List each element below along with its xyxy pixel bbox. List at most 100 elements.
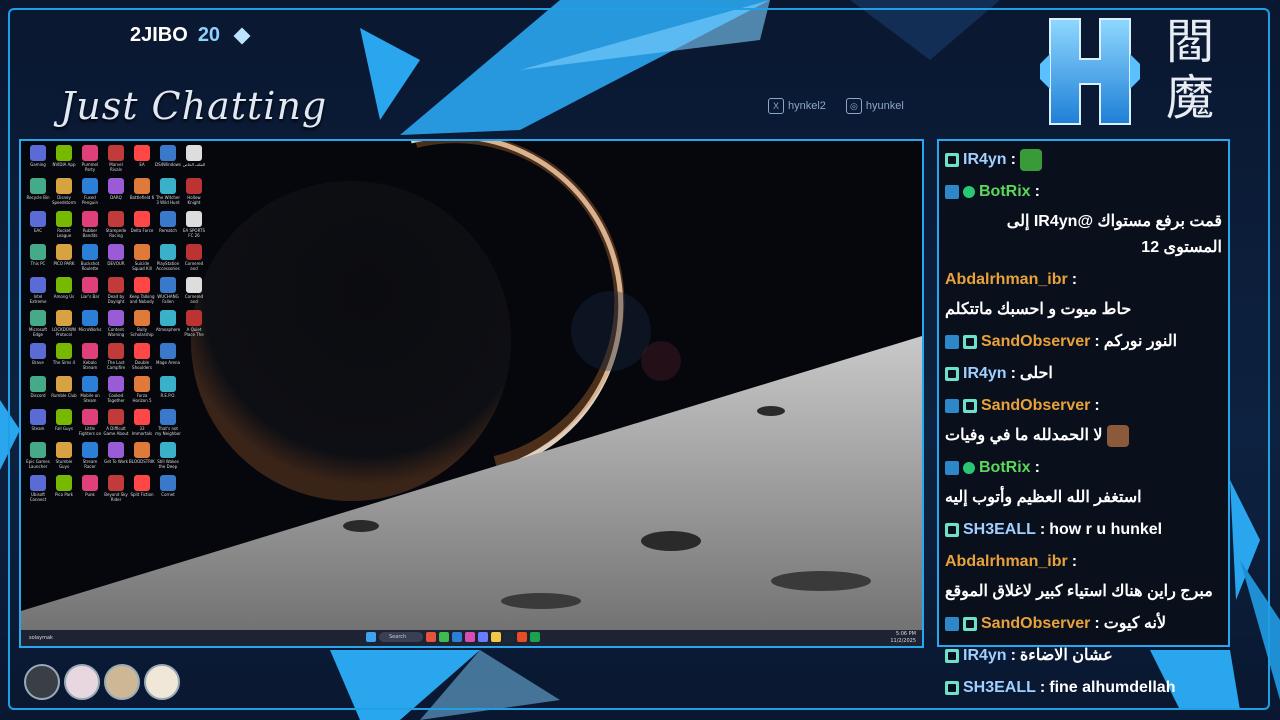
desktop-icon[interactable]: BLOODSTRIKE (129, 440, 155, 473)
chat-username[interactable]: BotRix (979, 179, 1031, 205)
desktop-icon[interactable]: Brave (25, 341, 51, 374)
desktop-icon[interactable]: EAC (25, 209, 51, 242)
chat-text: مبرج راين هناك استياء كبير لاغلاق الموقع (945, 583, 1213, 600)
desktop-icon[interactable]: Steam (25, 407, 51, 440)
desktop-icon[interactable]: A Difficult Game About (103, 407, 129, 440)
desktop-icon[interactable]: PICO PARK (51, 242, 77, 275)
desktop-icon[interactable]: Rematch (155, 209, 181, 242)
chat-username[interactable]: SandObserver (981, 611, 1090, 637)
chat-username[interactable]: IR4yn (963, 147, 1007, 173)
desktop-icon[interactable]: Double Shoulders (129, 341, 155, 374)
folder-icon[interactable] (491, 632, 501, 642)
chat-username[interactable]: Abdalrhman_ibr (945, 549, 1068, 575)
desktop-icon[interactable]: Get To Work (103, 440, 129, 473)
xbox-icon[interactable] (530, 632, 540, 642)
desktop-icon[interactable]: Split Fiction (129, 473, 155, 506)
chat-username[interactable]: SH3EALL (963, 517, 1036, 543)
desktop-icon[interactable]: Liar's Bar (77, 275, 103, 308)
desktop-icon[interactable]: Disney Speedstorm (51, 176, 77, 209)
desktop-icon[interactable]: The Sims 4 (51, 341, 77, 374)
desktop-icon[interactable]: Delta Force (129, 209, 155, 242)
desktop-icon[interactable]: Cornet (155, 473, 181, 506)
chat-username[interactable]: SandObserver (981, 393, 1090, 419)
desktop-icon[interactable]: Microsoft Edge (25, 308, 51, 341)
brave-icon[interactable] (517, 632, 527, 642)
desktop-icon[interactable]: PlayStation Accessories (155, 242, 181, 275)
app-icon[interactable] (439, 632, 449, 642)
desktop-icon[interactable]: Suicide Squad Kill (129, 242, 155, 275)
desktop-icon[interactable]: Cornered and Conquered (181, 242, 207, 275)
desktop-icon[interactable]: The Last Campfire (103, 341, 129, 374)
chat-username[interactable]: SH3EALL (963, 675, 1036, 701)
desktop-icon[interactable]: R.E.P.O. (155, 374, 181, 407)
desktop-icon[interactable]: Fall Guys (51, 407, 77, 440)
start-icon[interactable] (366, 632, 376, 642)
desktop-icon[interactable]: Pico Park (51, 473, 77, 506)
desktop-icon[interactable]: LOCKDOWN Protocol (51, 308, 77, 341)
desktop-icon[interactable]: Little Fighters on Steam (77, 407, 103, 440)
desktop-icon[interactable]: Among Us (51, 275, 77, 308)
desktop-icon[interactable]: Ubisoft Connect (25, 473, 51, 506)
desktop-icon[interactable]: MicroWorks (77, 308, 103, 341)
taskbar-search[interactable]: Search (379, 632, 423, 642)
desktop-icon[interactable]: NVIDIA App (51, 143, 77, 176)
desktop-icon[interactable]: Bully Scholarship (129, 308, 155, 341)
desktop-icon[interactable]: Kebalo Stream (77, 341, 103, 374)
chat-username[interactable]: BotRix (979, 455, 1031, 481)
desktop-icon-label: PlayStation Accessories (156, 261, 180, 271)
desktop-icon[interactable]: Atmosphere (155, 308, 181, 341)
desktop-icon[interactable]: Epic Games Launcher (25, 440, 51, 473)
desktop-icon[interactable]: The Witcher 3 Wild Hunt (155, 176, 181, 209)
chat-username[interactable]: SandObserver (981, 329, 1090, 355)
desktop-icon[interactable]: Mage Arena (155, 341, 181, 374)
chat-username[interactable]: IR4yn (963, 361, 1007, 387)
app-icon (134, 145, 150, 161)
desktop-icon[interactable]: Pummel Party (77, 143, 103, 176)
desktop-icon[interactable]: Stampede Racing (103, 209, 129, 242)
desktop-icon[interactable]: EA SPORTS FC 26 (181, 209, 207, 242)
desktop-icon[interactable]: Fused Penguin (77, 176, 103, 209)
desktop-icon[interactable]: A Quiet Place The Road (181, 308, 207, 341)
desktop-icon[interactable]: EA (129, 143, 155, 176)
desktop-icon[interactable]: Punk (77, 473, 103, 506)
desktop-icon[interactable]: Buckshot Roulette (77, 242, 103, 275)
desktop-icon[interactable]: Discord (25, 374, 51, 407)
desktop-icon[interactable]: Hollow Knight (181, 176, 207, 209)
desktop-icon[interactable]: Marvel Rivals (103, 143, 129, 176)
desktop-icon[interactable]: Battlefield 6 (129, 176, 155, 209)
steam-icon[interactable] (504, 632, 514, 642)
desktop-icon[interactable]: Intel Extreme (25, 275, 51, 308)
desktop-icon[interactable]: DEVOUR (103, 242, 129, 275)
app-icon[interactable] (465, 632, 475, 642)
taskbar-clock[interactable]: 5:06 PM 11/2/2025 (890, 631, 916, 645)
desktop-icon[interactable]: Recycle Bin (25, 176, 51, 209)
desktop-icon[interactable]: DARQ (103, 176, 129, 209)
desktop-icon[interactable]: Beyond Sky Rider (103, 473, 129, 506)
desktop-icon[interactable]: 33 Immortals (129, 407, 155, 440)
chat-username[interactable]: IR4yn (963, 643, 1007, 669)
desktop-icon[interactable]: Content Warning (103, 308, 129, 341)
app-icon[interactable] (426, 632, 436, 642)
desktop-icon[interactable]: Rubber Bandits (77, 209, 103, 242)
desktop-icon[interactable]: This PC (25, 242, 51, 275)
desktop-icon[interactable]: Stream Racer (77, 440, 103, 473)
desktop-icon[interactable]: Rocket League (51, 209, 77, 242)
desktop-icon[interactable]: Mobile on Steam (77, 374, 103, 407)
edge-icon[interactable] (452, 632, 462, 642)
desktop-icon[interactable]: الملف الخاص (181, 143, 207, 176)
desktop-icon[interactable]: DS4Windows (155, 143, 181, 176)
desktop-icon[interactable]: WUCHANG Fallen Feathers (155, 275, 181, 308)
desktop-icon[interactable]: Gaming (25, 143, 51, 176)
desktop-icon[interactable]: Rumble Club (51, 374, 77, 407)
desktop-icon[interactable]: Forza Horizon 5 (129, 374, 155, 407)
taskbar-user[interactable]: solaymak (29, 635, 69, 641)
desktop-icon[interactable]: Still Wakes the Deep (155, 440, 181, 473)
chat-username[interactable]: Abdalrhman_ibr (945, 267, 1068, 293)
desktop-icon[interactable]: Cornered and Conquered (181, 275, 207, 308)
desktop-icon[interactable]: Keep Talking and Nobody (129, 275, 155, 308)
desktop-icon[interactable]: That's not my Neighbor (155, 407, 181, 440)
desktop-icon[interactable]: Cooked Together (103, 374, 129, 407)
desktop-icon[interactable]: Stumble Guys (51, 440, 77, 473)
discord-icon[interactable] (478, 632, 488, 642)
desktop-icon[interactable]: Dead by Daylight (103, 275, 129, 308)
